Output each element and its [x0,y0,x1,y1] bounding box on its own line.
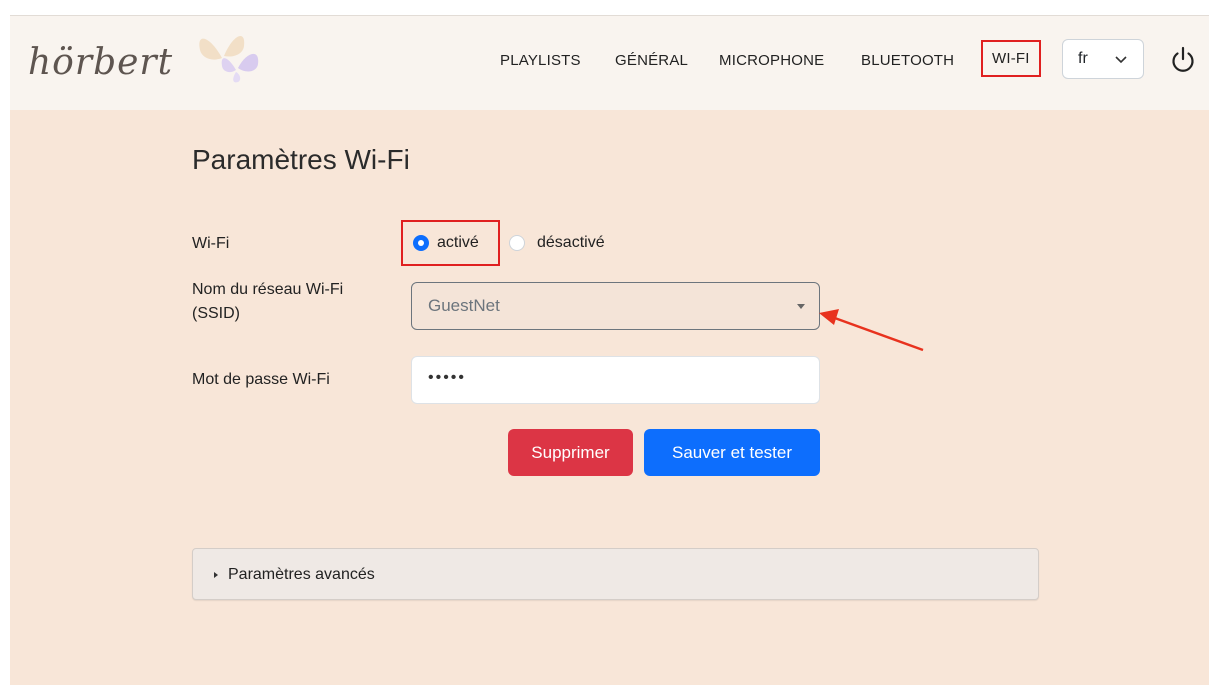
nav-playlists[interactable]: PLAYLISTS [500,52,581,69]
butterfly-icon [199,35,259,83]
app-frame: hörbert PLAYLISTS GÉNÉRAL MICROPHONE BLU… [10,15,1209,685]
logo-text: hörbert [28,42,174,83]
page-title: Paramètres Wi-Fi [192,144,410,175]
ssid-label: Nom du réseau Wi-Fi (SSID) [192,278,343,326]
ssid-label-line1: Nom du réseau Wi-Fi [192,281,344,298]
nav-bluetooth[interactable]: BLUETOOTH [861,52,954,69]
logo[interactable]: hörbert [28,35,259,98]
navbar: hörbert PLAYLISTS GÉNÉRAL MICROPHONE BLU… [10,16,1209,110]
caret-down-icon [797,304,805,309]
power-icon[interactable] [1170,46,1196,74]
caret-right-icon [214,572,218,578]
wifi-label: Wi-Fi [192,235,230,252]
wifi-off-radio[interactable] [509,235,525,251]
advanced-settings-label: Paramètres avancés [228,566,375,583]
password-label: Mot de passe Wi-Fi [192,371,330,388]
password-value: ••••• [428,369,467,386]
nav-microphone[interactable]: MICROPHONE [719,52,824,69]
ssid-select[interactable]: GuestNet [411,282,820,330]
wifi-off-label[interactable]: désactivé [537,234,605,252]
chevron-down-icon [1115,56,1127,64]
save-test-button[interactable]: Sauver et tester [644,429,820,476]
nav-general[interactable]: GÉNÉRAL [615,52,688,69]
ssid-value: GuestNet [428,296,500,315]
language-select[interactable]: fr [1062,39,1144,79]
wifi-on-radio[interactable] [413,235,429,251]
delete-button[interactable]: Supprimer [508,429,633,476]
wifi-on-label[interactable]: activé [437,234,479,252]
nav-wifi[interactable]: WI-FI [981,40,1041,77]
password-input[interactable]: ••••• [411,356,820,404]
ssid-label-line2: (SSID) [192,305,240,322]
advanced-settings-accordion[interactable]: Paramètres avancés [192,548,1039,600]
language-value: fr [1078,50,1088,67]
